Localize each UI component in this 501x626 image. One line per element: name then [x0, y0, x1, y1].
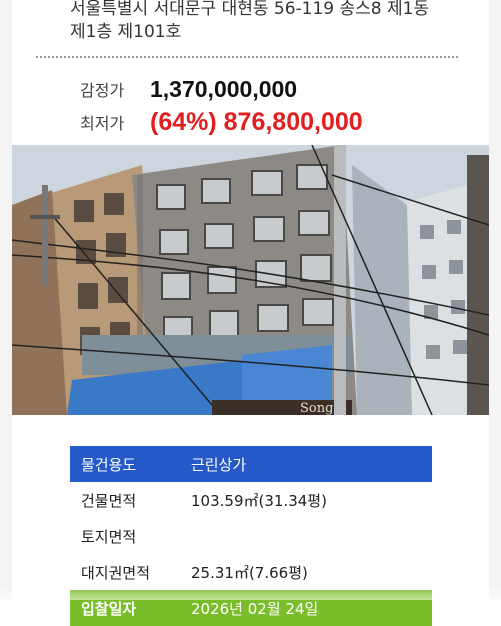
- detail-label-land-area: 토지면적: [81, 527, 137, 546]
- address-line-1: 서울특별시 서대문구 대현동 56-119 송스8 제1동: [70, 0, 430, 19]
- detail-value-land-area: [191, 518, 432, 554]
- minimum-price-value: (64%) 876,800,000: [150, 107, 363, 136]
- appraisal-price-label: 감정가: [80, 81, 125, 100]
- detail-value-use: 근린상가: [191, 446, 432, 482]
- utility-pole: [334, 145, 346, 415]
- minimum-price-row: 최저가 (64%) 876,800,000: [80, 107, 363, 137]
- appraisal-price-row: 감정가 1,370,000,000: [80, 74, 297, 104]
- building-photo-illustration: Songs: [12, 145, 489, 415]
- minimum-price-label: 최저가: [80, 114, 125, 133]
- detail-row-building-area: 건물면적 103.59㎡(31.34평): [70, 482, 432, 518]
- bottom-fade: [0, 585, 501, 600]
- detail-label-building-area: 건물면적: [81, 491, 137, 510]
- property-address: 서울특별시 서대문구 대현동 56-119 송스8 제1동 제1층 제101호: [70, 0, 470, 44]
- detail-row-use: 물건용도 근린상가: [70, 446, 432, 482]
- detail-value-building-area: 103.59㎡(31.34평): [191, 491, 327, 510]
- appraisal-price-value: 1,370,000,000: [150, 75, 298, 102]
- dotted-divider: [36, 56, 458, 58]
- detail-row-land-area: 토지면적: [70, 518, 432, 554]
- property-photo[interactable]: Songs: [12, 145, 489, 415]
- detail-label-use: 물건용도: [70, 446, 191, 482]
- address-line-2: 제1층 제101호: [70, 22, 182, 42]
